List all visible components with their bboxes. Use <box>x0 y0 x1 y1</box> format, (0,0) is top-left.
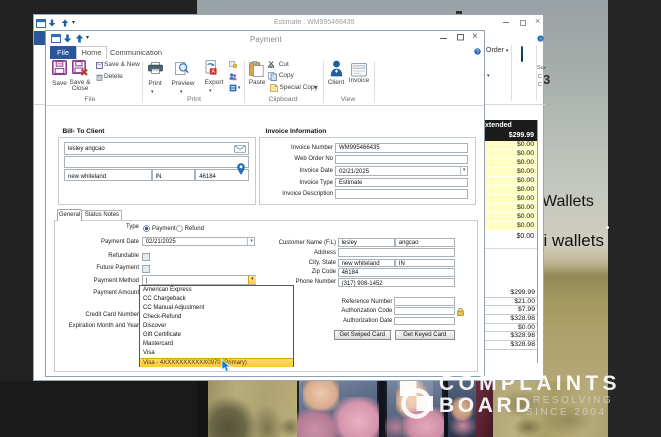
svg-text:?: ? <box>476 49 479 55</box>
svg-text:?: ? <box>539 36 542 42</box>
